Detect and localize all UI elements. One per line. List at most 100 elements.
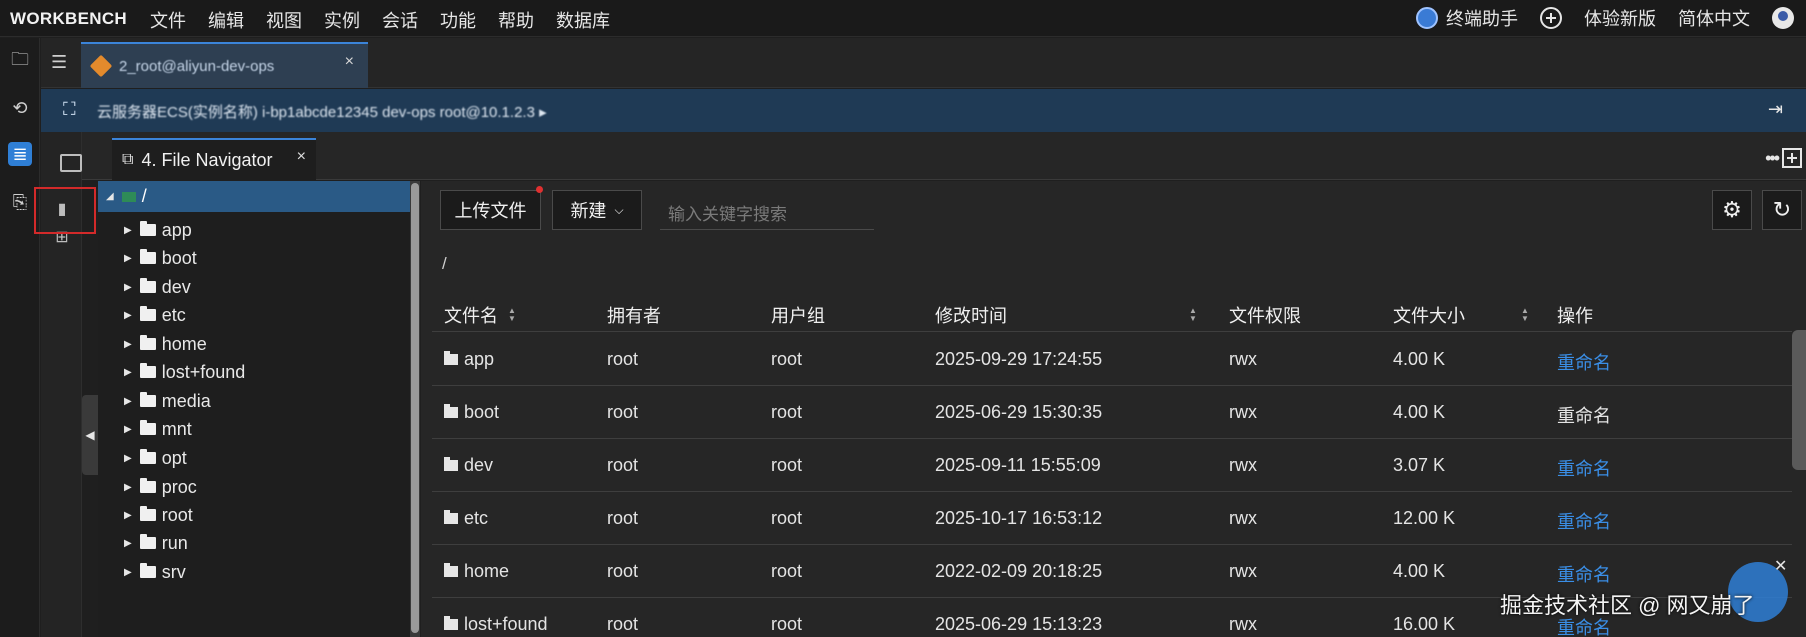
file-name-cell[interactable]: boot xyxy=(444,402,499,423)
group-cell: root xyxy=(771,349,803,369)
more-icon[interactable]: ••• xyxy=(1765,148,1780,169)
code-folder-icon[interactable]: ⎘ xyxy=(8,190,32,214)
file-name-cell[interactable]: etc xyxy=(444,508,488,529)
rename-link[interactable]: 重命名 xyxy=(1557,561,1611,587)
add-button[interactable] xyxy=(1540,7,1562,29)
menu-features[interactable]: 功能 xyxy=(440,7,476,33)
table-row[interactable]: dev root root 2025-09-11 15:55:09 rwx 3.… xyxy=(432,439,1792,492)
tree-item-lost-found[interactable]: ▶ lost+found xyxy=(98,358,420,386)
caret-right-icon[interactable]: ▶ xyxy=(124,339,132,350)
search-input[interactable]: 输入关键字搜索 xyxy=(660,192,874,230)
tree-item-label: media xyxy=(161,390,211,411)
user-avatar-button[interactable] xyxy=(1772,7,1794,29)
menu-file[interactable]: 文件 xyxy=(150,7,186,33)
rename-link[interactable]: 重命名 xyxy=(1557,455,1611,481)
tree-scrollbar-thumb[interactable] xyxy=(411,183,419,633)
sort-icon[interactable]: ▲ ▼ xyxy=(508,307,516,323)
tree-item-home[interactable]: ▶ home xyxy=(98,330,420,358)
tree-item-label: app xyxy=(161,219,192,240)
folder-icon xyxy=(139,534,156,549)
caret-right-icon[interactable]: ▶ xyxy=(124,310,132,321)
column-header-name[interactable]: 文件名 ▲ ▼ xyxy=(444,302,516,328)
tree-item-media[interactable]: ▶ media xyxy=(98,387,420,415)
tree-item-label: boot xyxy=(161,247,197,268)
session-tab-strip: ☰ 2_root@aliyun-dev-ops × xyxy=(41,38,1806,88)
table-row[interactable]: boot root root 2025-06-29 15:30:35 rwx 4… xyxy=(432,386,1792,439)
caret-right-icon[interactable]: ▶ xyxy=(124,482,132,493)
close-icon[interactable]: ✕ xyxy=(1774,556,1787,576)
caret-right-icon[interactable]: ▶ xyxy=(124,510,132,521)
header-label: 拥有者 xyxy=(607,306,661,326)
collapse-menu-icon[interactable]: ☰ xyxy=(51,52,73,74)
tree-item-boot[interactable]: ▶ boot xyxy=(98,244,420,272)
menu-session[interactable]: 会话 xyxy=(382,7,418,33)
notification-dot xyxy=(536,186,543,193)
sort-icon[interactable]: ▲ ▼ xyxy=(1189,307,1197,323)
tree-item-opt[interactable]: ▶ opt xyxy=(98,444,420,472)
caret-right-icon[interactable]: ▶ xyxy=(124,367,132,378)
caret-right-icon[interactable]: ▶ xyxy=(124,282,132,293)
tree-item-app[interactable]: ▶ app xyxy=(98,216,420,244)
refresh-button[interactable]: ↻ xyxy=(1762,190,1802,230)
instance-cube-icon xyxy=(89,54,113,78)
file-name-cell[interactable]: lost+found xyxy=(444,614,548,635)
tree-item-label: root xyxy=(161,504,193,525)
terminal-icon[interactable] xyxy=(60,154,82,172)
caret-right-icon[interactable]: ▶ xyxy=(124,567,132,578)
tree-item-root[interactable]: ▶ root xyxy=(98,501,420,529)
rename-link[interactable]: 重命名 xyxy=(1557,402,1611,428)
column-header-actions: 操作 xyxy=(1557,302,1593,328)
column-header-mtime[interactable]: 修改时间 ▲ ▼ xyxy=(935,302,1197,328)
close-icon[interactable]: × xyxy=(297,148,306,166)
close-icon[interactable]: × xyxy=(345,53,354,71)
add-pane-icon[interactable] xyxy=(1782,148,1802,168)
main-scrollbar[interactable] xyxy=(1792,330,1806,470)
tree-item-srv[interactable]: ▶ srv xyxy=(98,558,420,586)
database-icon[interactable]: ≣ xyxy=(8,142,32,166)
file-navigator-tab[interactable]: ⧉ 4. File Navigator × xyxy=(112,138,316,180)
caret-right-icon[interactable]: ▶ xyxy=(124,225,132,236)
collapse-panel-handle[interactable]: ◀ xyxy=(82,395,98,475)
file-name-cell[interactable]: app xyxy=(444,349,494,370)
table-row[interactable]: app root root 2025-09-29 17:24:55 rwx 4.… xyxy=(432,333,1792,386)
menu-edit[interactable]: 编辑 xyxy=(208,7,244,33)
folder-icon xyxy=(444,457,458,471)
settings-button[interactable]: ⚙ xyxy=(1712,190,1752,230)
menu-help[interactable]: 帮助 xyxy=(498,7,534,33)
rename-link[interactable]: 重命名 xyxy=(1557,349,1611,375)
new-button-label: 新建 xyxy=(570,201,607,221)
file-name: etc xyxy=(464,508,489,528)
history-icon[interactable]: ⟲ xyxy=(8,96,32,120)
tree-item-mnt[interactable]: ▶ mnt xyxy=(98,415,420,443)
upload-file-button[interactable]: 上传文件 xyxy=(440,190,541,230)
caret-right-icon[interactable]: ▶ xyxy=(124,424,132,435)
new-dropdown-button[interactable]: 新建 ⌵ xyxy=(552,190,642,230)
fullscreen-icon[interactable]: ⛶ xyxy=(63,99,76,120)
tree-item-run[interactable]: ▶ run xyxy=(98,529,420,557)
folder-icon xyxy=(444,616,458,630)
file-name-cell[interactable]: dev xyxy=(444,455,493,476)
exit-icon[interactable]: ⇥ xyxy=(1768,99,1790,121)
caret-right-icon[interactable]: ▶ xyxy=(124,453,132,464)
menu-instance[interactable]: 实例 xyxy=(324,7,360,33)
caret-right-icon[interactable]: ▶ xyxy=(124,253,132,264)
menu-database[interactable]: 数据库 xyxy=(556,7,610,33)
caret-right-icon[interactable]: ▶ xyxy=(124,538,132,549)
language-select[interactable]: 简体中文 xyxy=(1678,5,1750,31)
menu-view[interactable]: 视图 xyxy=(266,7,302,33)
sort-icon[interactable]: ▲ ▼ xyxy=(1521,307,1529,323)
tree-item-dev[interactable]: ▶ dev xyxy=(98,273,420,301)
folder-icon[interactable]: 🗀 xyxy=(8,49,32,74)
tree-item-etc[interactable]: ▶ etc xyxy=(98,301,420,329)
mtime-cell: 2022-02-09 20:18:25 xyxy=(935,561,1103,581)
session-tab[interactable]: 2_root@aliyun-dev-ops × xyxy=(81,42,368,88)
rename-link[interactable]: 重命名 xyxy=(1557,508,1611,534)
terminal-assistant-button[interactable]: 终端助手 xyxy=(1416,5,1518,31)
try-new-version-button[interactable]: 体验新版 xyxy=(1584,5,1656,31)
column-header-size[interactable]: 文件大小 ▲ ▼ xyxy=(1393,302,1529,328)
caret-right-icon[interactable]: ▶ xyxy=(124,396,132,407)
table-row[interactable]: etc root root 2025-10-17 16:53:12 rwx 12… xyxy=(432,492,1792,545)
tree-root[interactable]: ◢ / xyxy=(98,181,420,212)
tree-item-proc[interactable]: ▶ proc xyxy=(98,473,420,501)
file-name-cell[interactable]: home xyxy=(444,561,509,582)
